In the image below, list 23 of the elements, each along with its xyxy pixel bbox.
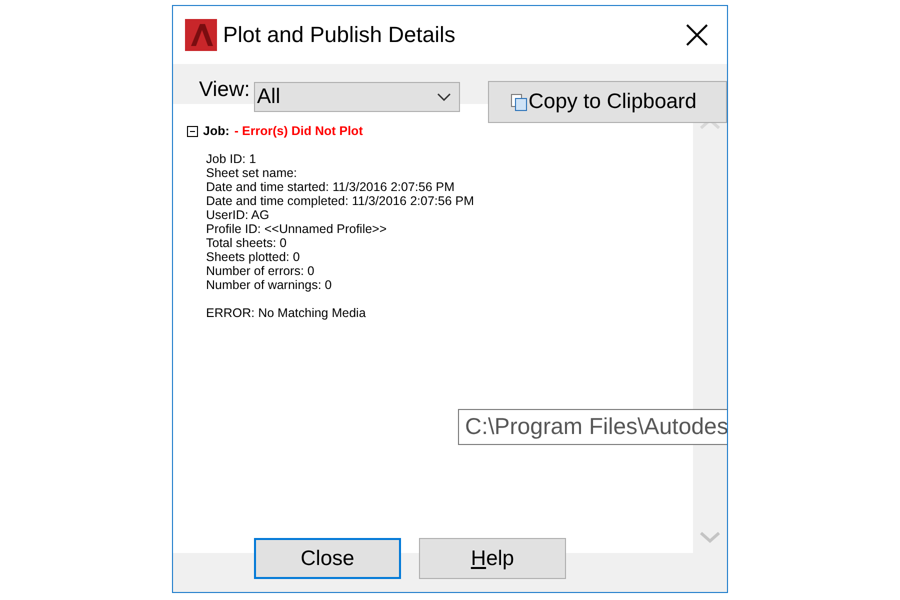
copy-icon	[510, 94, 527, 110]
detail-line: Sheets plotted: 0	[206, 250, 301, 264]
chevron-down-icon	[436, 93, 451, 101]
detail-line: Profile ID: <<Unnamed Profile>>	[206, 222, 388, 236]
dialog-button[interactable]: Help	[419, 538, 566, 579]
detail-line: Job ID: 1	[206, 152, 258, 166]
detail-line: Number of errors: 0	[206, 264, 316, 278]
detail-line: Total sheets: 0	[206, 236, 288, 250]
app-logo-icon	[185, 19, 217, 51]
view-label: View:	[199, 78, 250, 102]
view-dropdown[interactable]: All	[254, 82, 460, 112]
detail-line: Number of warnings: 0	[206, 278, 333, 292]
copy-to-clipboard-button[interactable]: Copy to Clipboard	[488, 81, 727, 123]
detail-line: UserID: AG	[206, 208, 270, 222]
detail-line: Date and time completed: 11/3/2016 2:07:56 PM	[206, 194, 475, 208]
job-label: Job:	[203, 124, 230, 138]
error-message: ERROR: No Matching Media	[206, 306, 367, 320]
detail-line: Date and time started: 11/3/2016 2:07:56 PM	[206, 180, 456, 194]
window-title: Plot and Publish Details	[223, 22, 456, 48]
dialog-button[interactable]: Close	[254, 538, 401, 579]
detail-line: Sheet set name:	[206, 166, 298, 180]
job-status: - Error(s) Did Not Plot	[234, 124, 363, 138]
collapse-toggle[interactable]	[187, 126, 198, 136]
